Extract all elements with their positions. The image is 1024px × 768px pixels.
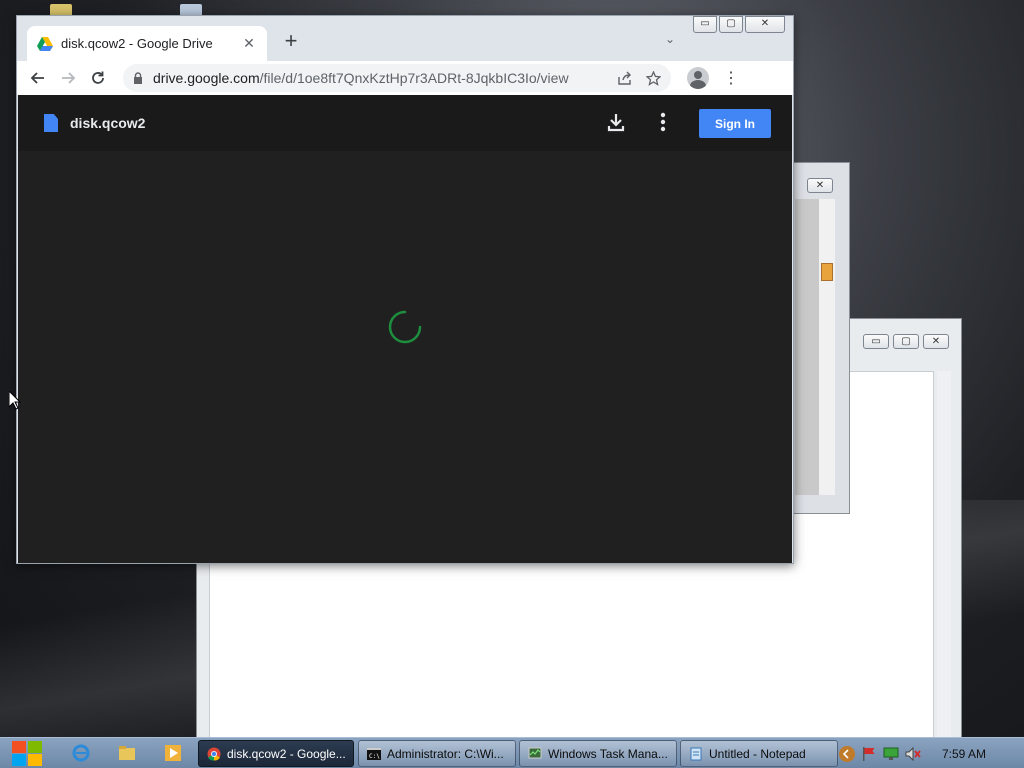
reload-icon: [92, 71, 104, 84]
scrollbar-thumb[interactable]: [821, 263, 833, 281]
taskbar-item-notepad[interactable]: Untitled - Notepad: [680, 740, 838, 767]
drive-file-viewer: disk.qcow2 Sign In: [18, 95, 792, 563]
file-name: disk.qcow2: [70, 115, 146, 131]
chrome-window[interactable]: disk.qcow2 - Google Drive ✕ + ⌄ ▭ ▢ ✕ dr…: [16, 15, 794, 564]
taskbar-item-chrome[interactable]: disk.qcow2 - Google...: [198, 740, 354, 767]
url-text[interactable]: drive.google.com/file/d/1oe8ft7QnxKztHp7…: [153, 70, 607, 86]
forward-button[interactable]: [53, 63, 83, 93]
tab-google-drive[interactable]: disk.qcow2 - Google Drive ✕: [27, 26, 267, 61]
back-button[interactable]: [23, 63, 53, 93]
mouse-cursor-icon: [9, 391, 21, 410]
bookmark-star-icon[interactable]: [646, 70, 661, 86]
google-drive-icon: [37, 36, 53, 51]
loading-spinner: [388, 310, 422, 344]
notepad-icon: [690, 747, 702, 760]
tab-close-icon[interactable]: ✕: [241, 35, 257, 52]
media-player-icon[interactable]: [164, 744, 182, 762]
more-options-icon[interactable]: [657, 111, 669, 133]
sign-in-button[interactable]: Sign In: [699, 109, 771, 138]
system-tray: [838, 738, 922, 768]
task-manager-icon: [528, 747, 542, 758]
task-manager-scrollbar[interactable]: [819, 199, 835, 495]
share-icon[interactable]: [617, 71, 632, 86]
browser-toolbar: drive.google.com/file/d/1oe8ft7QnxKztHp7…: [17, 61, 793, 95]
maximize-button[interactable]: ▢: [719, 16, 743, 33]
download-icon[interactable]: [605, 111, 627, 133]
close-button[interactable]: ✕: [807, 178, 833, 193]
minimize-button[interactable]: ▭: [693, 16, 717, 33]
tray-expand-icon[interactable]: [838, 745, 856, 763]
cmd-icon: C:\: [367, 747, 381, 760]
tab-search-chevron-icon[interactable]: ⌄: [665, 32, 675, 46]
address-bar[interactable]: drive.google.com/file/d/1oe8ft7QnxKztHp7…: [123, 64, 671, 92]
browser-menu-icon[interactable]: ⋮: [723, 68, 739, 88]
url-path: /file/d/1oe8ft7QnxKztHp7r3ADRt-8JqkbIC3I…: [259, 70, 569, 86]
minimize-button[interactable]: ▭: [863, 334, 889, 349]
clock[interactable]: 7:59 AM: [942, 747, 986, 761]
chrome-icon: [207, 747, 221, 761]
notepad-scrollbar[interactable]: [937, 371, 951, 739]
close-button[interactable]: ✕: [923, 334, 949, 349]
internet-explorer-icon[interactable]: [72, 744, 90, 762]
url-host: drive.google.com: [153, 70, 260, 86]
file-icon: [44, 114, 58, 132]
network-icon[interactable]: [882, 745, 900, 763]
file-explorer-icon[interactable]: [118, 744, 136, 762]
back-arrow-icon: [30, 72, 44, 84]
close-button[interactable]: ✕: [745, 16, 785, 33]
new-tab-button[interactable]: +: [279, 30, 303, 54]
action-center-flag-icon[interactable]: [860, 745, 878, 763]
tab-strip: disk.qcow2 - Google Drive ✕ + ⌄ ▭ ▢ ✕: [17, 16, 793, 61]
volume-muted-icon[interactable]: [904, 745, 922, 763]
windows-start-icon[interactable]: [10, 739, 44, 768]
svg-text:C:\: C:\: [369, 753, 380, 760]
maximize-button[interactable]: ▢: [893, 334, 919, 349]
forward-arrow-icon: [62, 72, 76, 84]
taskbar-item-cmd[interactable]: C:\ Administrator: C:\Wi...: [358, 740, 516, 767]
task-label: Windows Task Mana...: [548, 746, 668, 761]
task-label: disk.qcow2 - Google...: [227, 746, 345, 761]
taskbar: disk.qcow2 - Google... C:\ Administrator…: [0, 737, 1024, 768]
reload-button[interactable]: [83, 63, 113, 93]
background-window-task-manager[interactable]: ✕: [790, 162, 850, 514]
viewer-header: disk.qcow2 Sign In: [18, 95, 792, 151]
taskbar-item-task-manager[interactable]: Windows Task Mana...: [519, 740, 677, 767]
tab-title: disk.qcow2 - Google Drive: [61, 36, 213, 51]
lock-icon: [134, 72, 142, 84]
profile-avatar-icon[interactable]: [687, 67, 709, 89]
task-label: Untitled - Notepad: [709, 746, 806, 761]
task-label: Administrator: C:\Wi...: [387, 746, 504, 761]
